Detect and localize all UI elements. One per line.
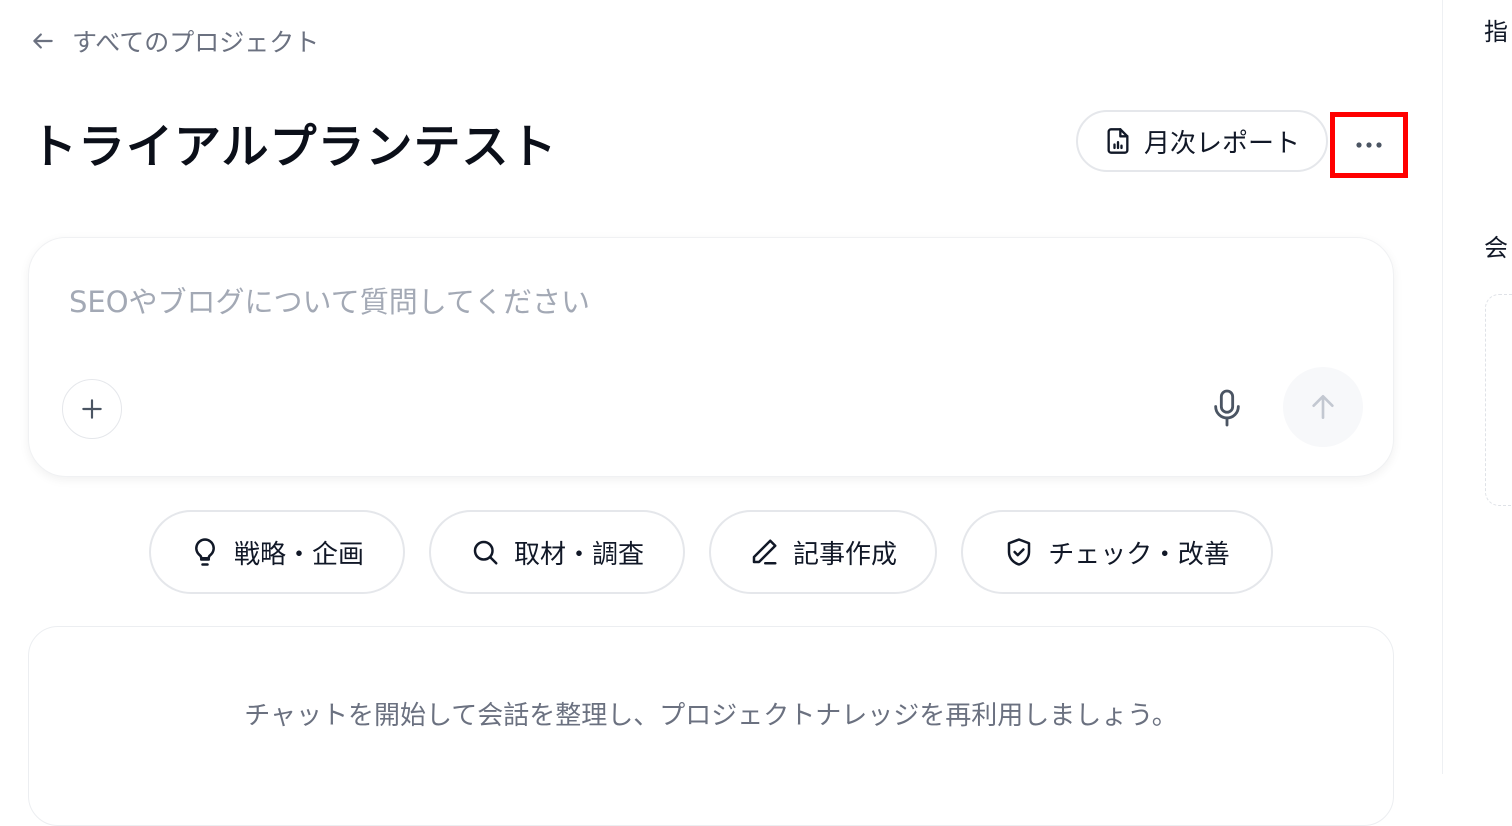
right-panel-dropzone[interactable] [1485, 294, 1512, 506]
arrow-up-icon [1312, 395, 1334, 419]
chip-strategy-planning[interactable]: 戦略・企画 [149, 510, 405, 594]
chip-label: 戦略・企画 [233, 539, 364, 570]
conversation-list-card: チャットを開始して会話を整理し、プロジェクトナレッジを再利用しましょう。 [28, 626, 1394, 826]
chip-label: チェック・改善 [1048, 539, 1230, 570]
right-panel-section-label: 会 [1484, 234, 1508, 262]
chip-research[interactable]: 取材・調査 [429, 510, 685, 594]
chip-article-writing[interactable]: 記事作成 [709, 510, 937, 594]
monthly-report-button[interactable]: 月次レポート [1076, 110, 1328, 172]
right-panel-divider [1442, 0, 1443, 774]
search-icon [473, 540, 498, 565]
ellipsis-icon [1356, 142, 1382, 148]
attach-button[interactable] [62, 379, 122, 439]
chip-check-improve[interactable]: チェック・改善 [961, 510, 1273, 594]
page-title: トライアルプランテスト [30, 120, 558, 175]
chip-label: 取材・調査 [513, 539, 644, 570]
empty-state-message: チャットを開始して会話を整理し、プロジェクトナレッジを再利用しましょう。 [244, 701, 1178, 731]
lightbulb-icon [195, 538, 215, 566]
right-panel-heading: 指 [1484, 18, 1508, 46]
chip-label: 記事作成 [792, 539, 897, 570]
arrow-left-icon [33, 33, 53, 49]
send-button[interactable] [1283, 367, 1363, 447]
voice-input-button[interactable] [1203, 382, 1251, 434]
back-link-label: すべてのプロジェクト [72, 28, 320, 57]
microphone-icon [1214, 389, 1240, 427]
shield-check-icon [1008, 538, 1031, 566]
plus-icon [82, 399, 102, 419]
pencil-icon [752, 539, 777, 565]
monthly-report-label: 月次レポート [1143, 128, 1300, 159]
report-file-icon [1107, 128, 1129, 154]
more-options-button[interactable] [1330, 112, 1408, 178]
chat-composer [28, 237, 1394, 477]
back-to-projects-link[interactable]: すべてのプロジェクト [30, 24, 319, 58]
chat-input[interactable] [69, 278, 1169, 326]
